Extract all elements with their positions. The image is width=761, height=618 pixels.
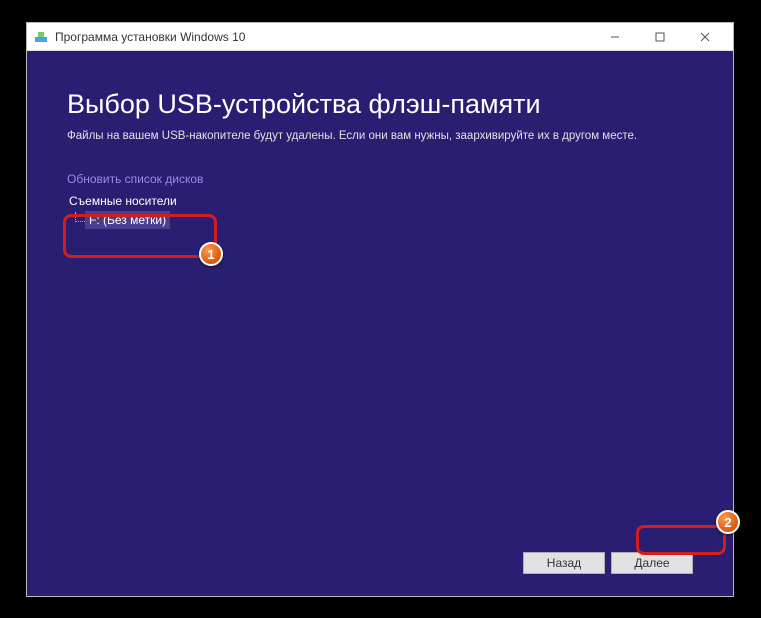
footer-buttons: Назад Далее [523,552,693,574]
drive-item[interactable]: F: (Без метки) [85,211,170,229]
tree-connector-icon [75,212,85,222]
next-button[interactable]: Далее [611,552,693,574]
maximize-button[interactable] [637,24,682,50]
page-subtext: Файлы на вашем USB-накопителе будут удал… [67,130,693,142]
drive-tree: Съемные носители F: (Без метки) [67,194,693,229]
window-controls [592,24,727,50]
refresh-drives-link[interactable]: Обновить список дисков [67,172,693,186]
app-icon [33,29,49,45]
titlebar: Программа установки Windows 10 [27,23,733,51]
minimize-button[interactable] [592,24,637,50]
window-title: Программа установки Windows 10 [55,30,245,44]
page-heading: Выбор USB-устройства флэш-памяти [67,89,693,120]
installer-window: Программа установки Windows 10 Выбор USB… [26,22,734,597]
close-button[interactable] [682,24,727,50]
content-area: Выбор USB-устройства флэш-памяти Файлы н… [27,51,733,596]
drive-group-label: Съемные носители [67,194,693,208]
back-button[interactable]: Назад [523,552,605,574]
